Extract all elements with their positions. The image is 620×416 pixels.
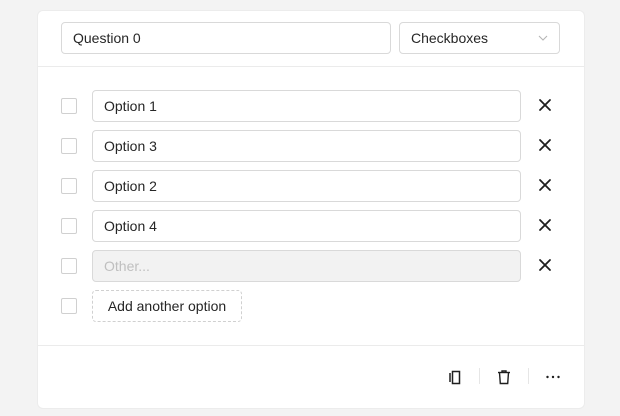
option-input[interactable] [92, 170, 521, 202]
option-checkbox[interactable] [61, 98, 77, 114]
more-icon[interactable] [544, 368, 562, 386]
option-input[interactable] [92, 210, 521, 242]
close-icon[interactable] [538, 258, 552, 272]
trash-icon[interactable] [495, 368, 513, 386]
add-option-row: Add another option [38, 290, 584, 322]
chevron-down-icon [538, 35, 548, 41]
divider [479, 368, 480, 384]
close-icon[interactable] [538, 138, 552, 152]
divider [528, 368, 529, 384]
option-input[interactable] [92, 90, 521, 122]
question-type-value: Checkboxes [411, 30, 489, 46]
question-type-select[interactable]: Checkboxes [399, 22, 560, 54]
copy-icon[interactable] [446, 368, 464, 386]
close-icon[interactable] [538, 218, 552, 232]
option-checkbox[interactable] [61, 178, 77, 194]
add-option-button[interactable]: Add another option [92, 290, 242, 322]
question-title-input[interactable] [61, 22, 391, 54]
other-option-input [92, 250, 521, 282]
option-checkbox[interactable] [61, 258, 77, 274]
close-icon[interactable] [538, 178, 552, 192]
option-checkbox [61, 298, 77, 314]
option-input[interactable] [92, 130, 521, 162]
option-row [38, 130, 584, 162]
question-header: Checkboxes [38, 11, 584, 67]
option-row [38, 90, 584, 122]
option-row [38, 170, 584, 202]
option-row [38, 210, 584, 242]
option-checkbox[interactable] [61, 138, 77, 154]
other-option-row [38, 250, 584, 282]
option-checkbox[interactable] [61, 218, 77, 234]
question-footer [38, 345, 584, 410]
close-icon[interactable] [538, 98, 552, 112]
question-card: Checkboxes Add another option [37, 10, 585, 409]
